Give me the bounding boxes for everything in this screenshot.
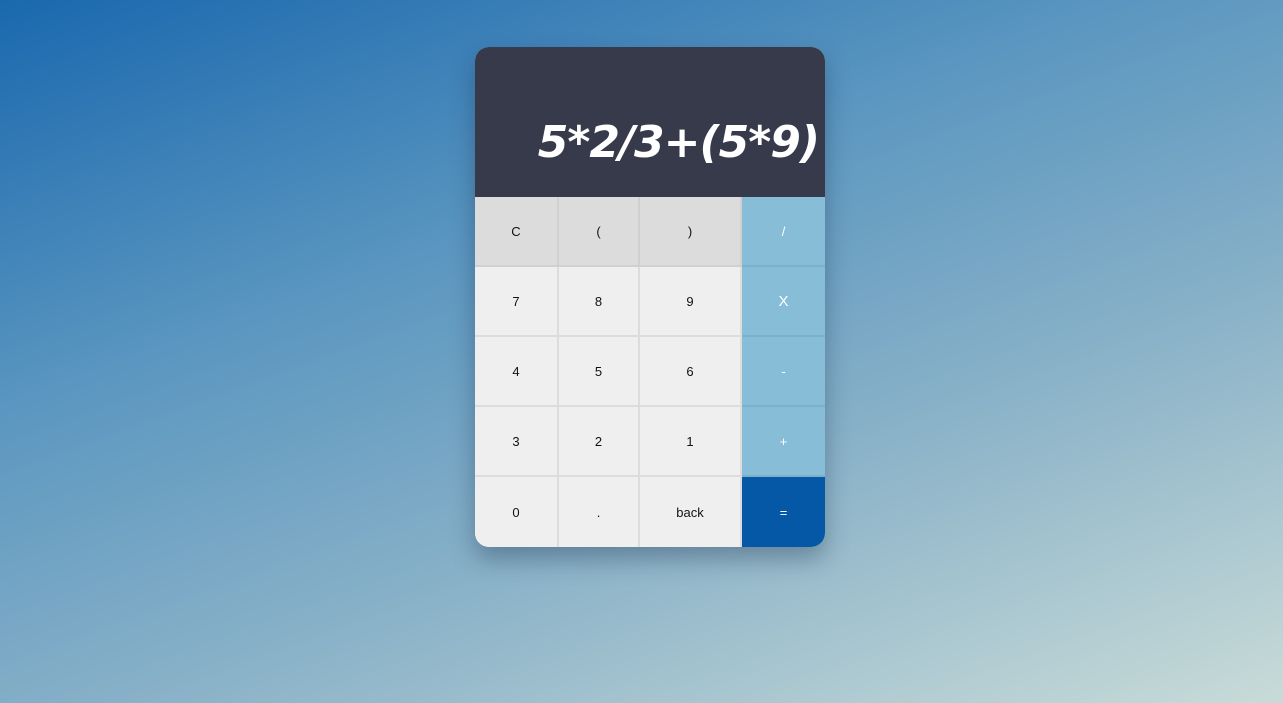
digit-1-button[interactable]: 1 bbox=[640, 407, 742, 477]
digit-3-button[interactable]: 3 bbox=[475, 407, 559, 477]
close-paren-button[interactable]: ) bbox=[640, 197, 742, 267]
digit-0-button[interactable]: 0 bbox=[475, 477, 559, 547]
backspace-button[interactable]: back bbox=[640, 477, 742, 547]
open-paren-button[interactable]: ( bbox=[559, 197, 640, 267]
divide-button[interactable]: / bbox=[742, 197, 825, 267]
decimal-point-button[interactable]: . bbox=[559, 477, 640, 547]
minus-button[interactable]: - bbox=[742, 337, 825, 407]
digit-6-button[interactable]: 6 bbox=[640, 337, 742, 407]
digit-5-button[interactable]: 5 bbox=[559, 337, 640, 407]
digit-4-button[interactable]: 4 bbox=[475, 337, 559, 407]
plus-button[interactable]: + bbox=[742, 407, 825, 477]
digit-2-button[interactable]: 2 bbox=[559, 407, 640, 477]
digit-7-button[interactable]: 7 bbox=[475, 267, 559, 337]
digit-9-button[interactable]: 9 bbox=[640, 267, 742, 337]
calculator: 5*2/3+(5*9) C ( ) / 7 8 9 X 4 5 6 - 3 2 … bbox=[475, 47, 825, 547]
multiply-button[interactable]: X bbox=[742, 267, 825, 337]
calculator-display: 5*2/3+(5*9) bbox=[475, 47, 825, 197]
digit-8-button[interactable]: 8 bbox=[559, 267, 640, 337]
clear-button[interactable]: C bbox=[475, 197, 559, 267]
keypad: C ( ) / 7 8 9 X 4 5 6 - 3 2 1 + 0 . back… bbox=[475, 197, 825, 547]
equals-button[interactable]: = bbox=[742, 477, 825, 547]
display-expression: 5*2/3+(5*9) bbox=[537, 117, 820, 168]
